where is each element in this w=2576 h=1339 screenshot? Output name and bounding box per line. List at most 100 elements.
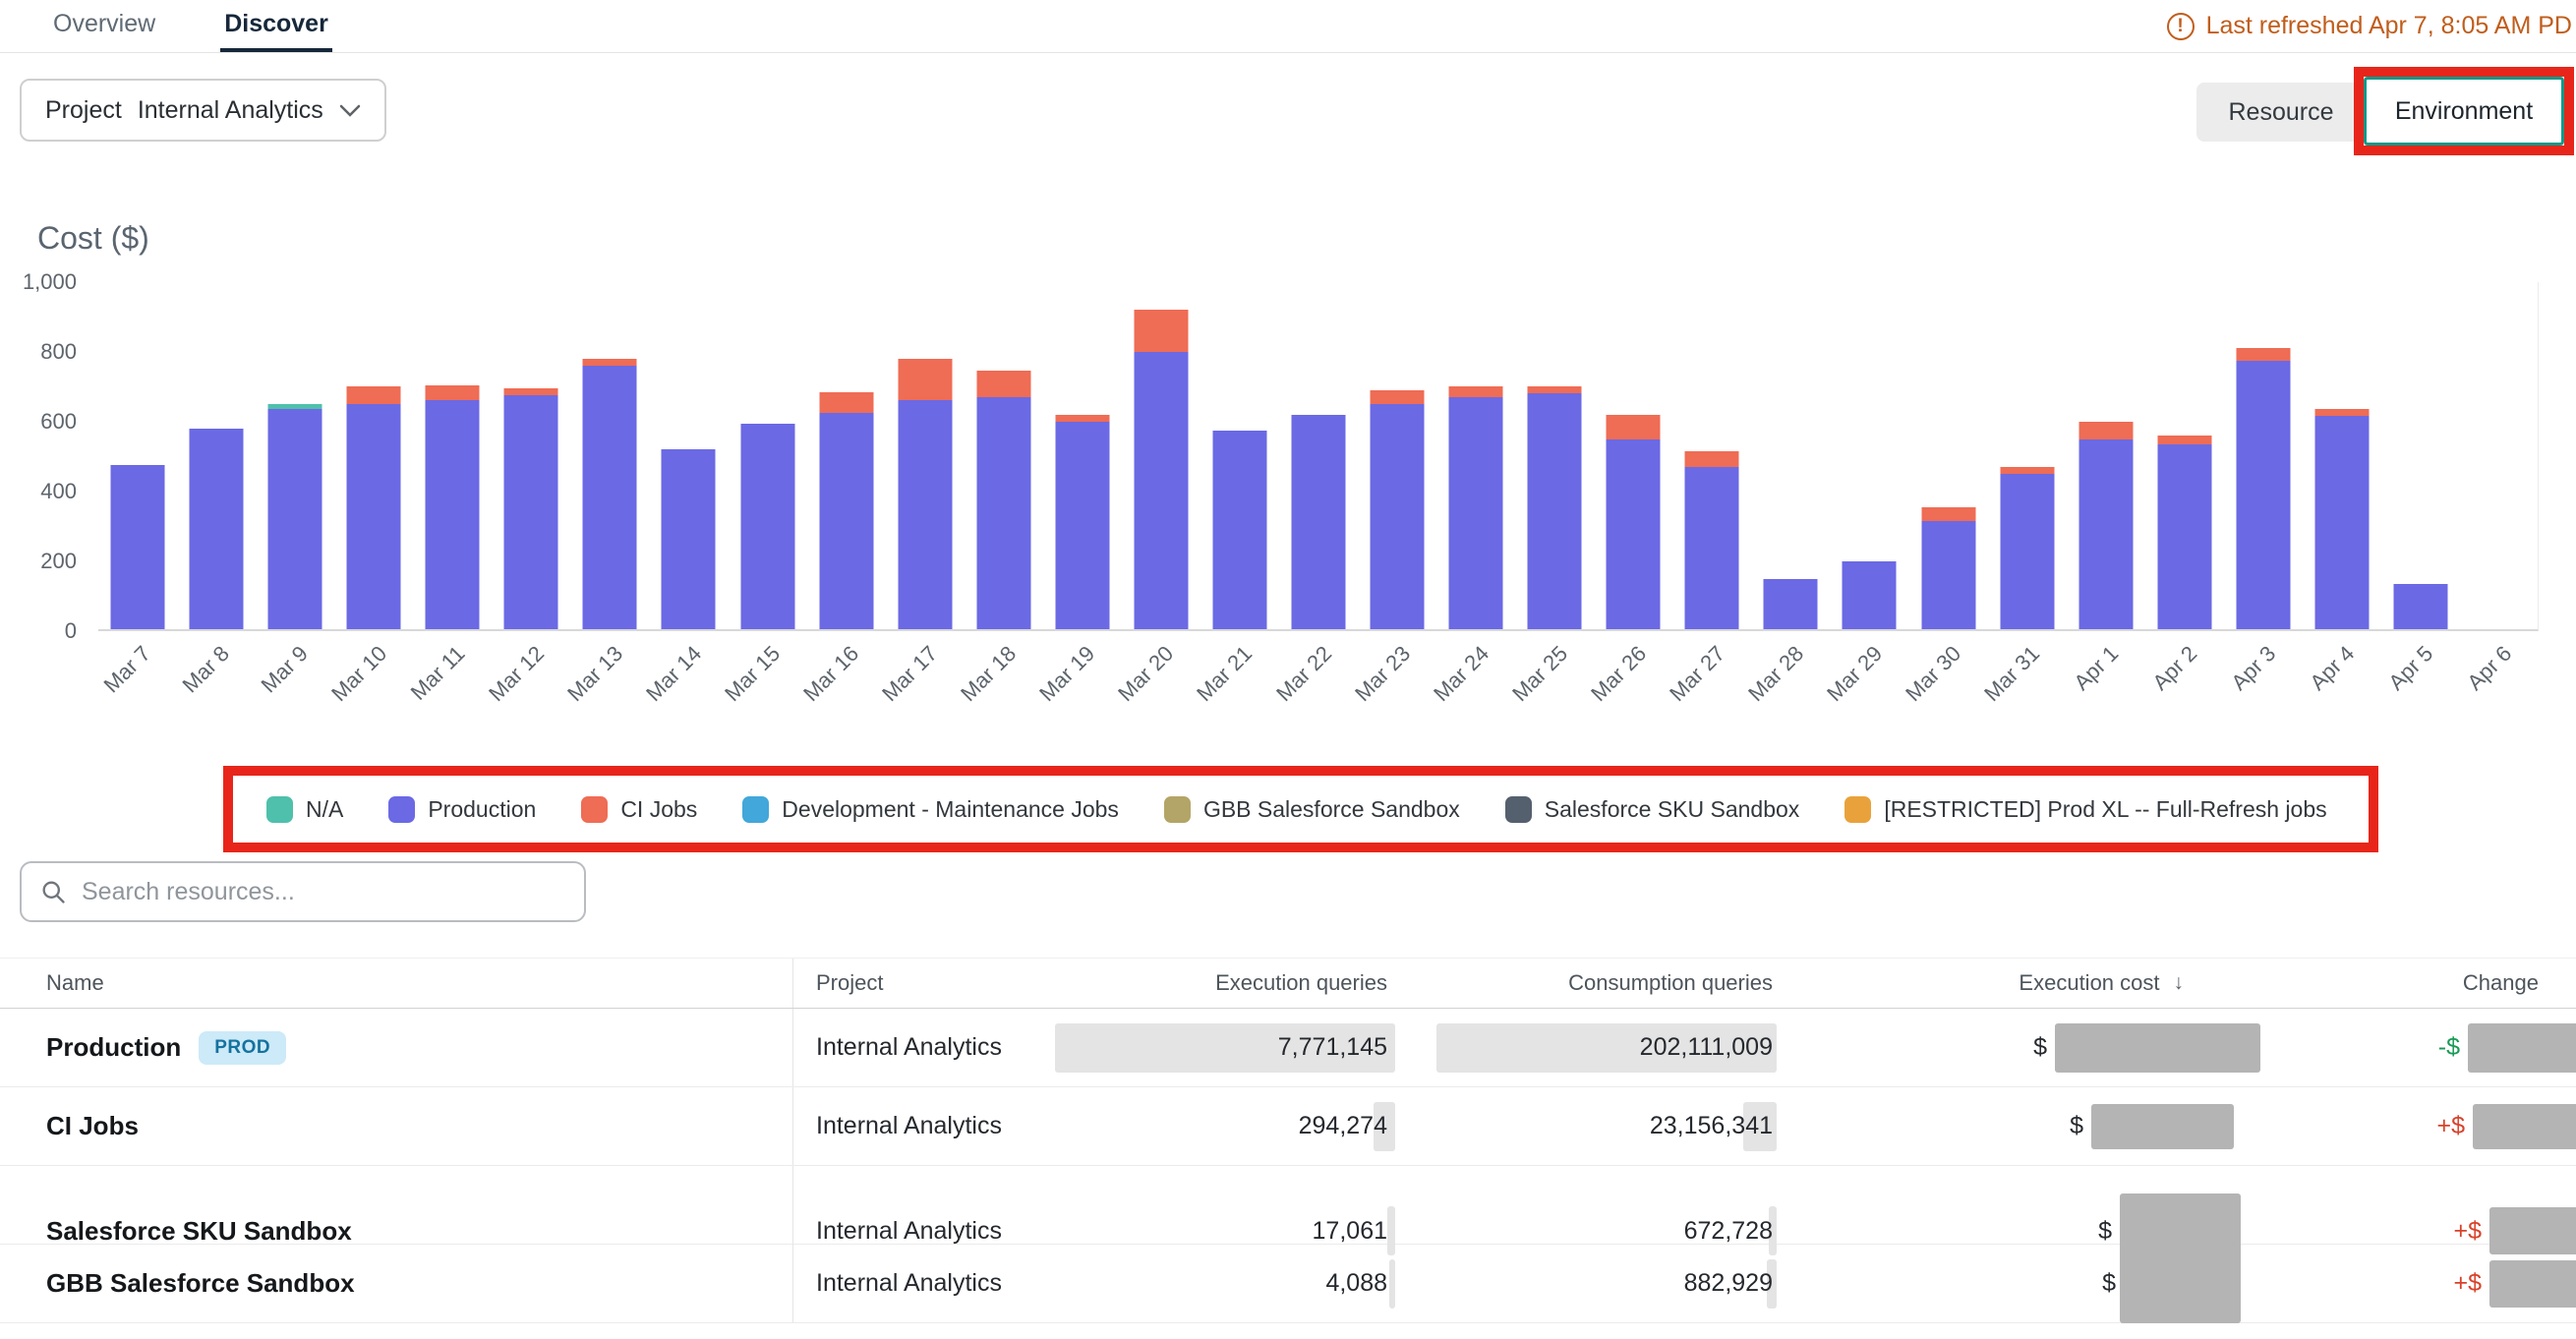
bar-group[interactable]: Mar 14 [649,282,728,629]
search-bar [20,861,586,922]
bar-group[interactable]: Mar 9 [256,282,334,629]
bar-stack [1685,451,1739,629]
bar-stack [1055,415,1109,629]
column-header-execution-cost[interactable]: Execution cost ↓ [1785,970,2195,996]
row-name-cell[interactable]: CI Jobs [0,1087,793,1165]
warning-icon: ! [2167,13,2195,40]
bar-group[interactable]: Mar 29 [1830,282,1908,629]
sort-desc-icon[interactable]: ↓ [2174,971,2185,995]
bar-segment-production [1921,521,1975,629]
bar-group[interactable]: Apr 4 [2303,282,2381,629]
row-consumption-queries-cell: 23,156,341 [1403,1087,1785,1165]
bar-stack [2078,422,2133,629]
x-axis-label: Apr 1 [2069,641,2124,696]
bar-group[interactable]: Mar 7 [98,282,177,629]
x-axis-label: Mar 31 [1979,641,2045,707]
consumption-queries-value: 23,156,341 [1650,1112,1773,1140]
bar-group[interactable]: Mar 8 [177,282,256,629]
resource-toggle-button[interactable]: Resource [2196,83,2366,142]
legend-item[interactable]: N/A [266,796,343,823]
legend-item[interactable]: Development - Maintenance Jobs [742,796,1119,823]
bar-segment-ci-jobs [898,359,952,401]
execution-queries-value: 294,274 [1299,1112,1387,1140]
bar-group[interactable]: Mar 13 [570,282,649,629]
bar-segment-ci-jobs [2314,409,2369,416]
row-name-cell[interactable]: ProductionPROD [0,1009,793,1086]
change-prefix: +$ [2453,1217,2482,1246]
bar-stack [2157,436,2211,629]
y-axis-tick-label: 0 [65,618,77,644]
bar-group[interactable]: Mar 10 [334,282,413,629]
tab-discover[interactable]: Discover [220,0,332,52]
bar-group[interactable]: Mar 22 [1279,282,1358,629]
resources-table: Name Project Execution queries Consumpti… [0,958,2576,1323]
top-tab-bar: Overview Discover ! Last refreshed Apr 7… [0,0,2576,53]
bar-group[interactable]: Mar 24 [1436,282,1515,629]
legend-item[interactable]: Salesforce SKU Sandbox [1505,796,1800,823]
bar-group[interactable]: Mar 11 [413,282,492,629]
table-row[interactable]: ProductionPRODInternal Analytics7,771,14… [0,1009,2576,1087]
column-header-change[interactable]: Change [2195,970,2576,996]
bar-group[interactable]: Mar 20 [1122,282,1200,629]
bar-group[interactable]: Mar 27 [1672,282,1751,629]
x-axis-label: Apr 2 [2148,641,2203,696]
bar-segment-ci-jobs [1685,451,1739,467]
legend-item[interactable]: CI Jobs [581,796,697,823]
column-header-project[interactable]: Project [793,970,1170,996]
bar-group[interactable]: Mar 19 [1043,282,1122,629]
change-prefix: +$ [2453,1269,2482,1298]
environment-toggle-button[interactable]: Environment [2364,77,2564,146]
project-dropdown[interactable]: Project Internal Analytics [20,79,386,142]
row-project-cell: Internal Analytics [793,1217,1170,1246]
bar-group[interactable]: Mar 30 [1908,282,1987,629]
bar-stack [1843,561,1897,629]
bar-segment-ci-jobs [2000,467,2054,474]
search-input[interactable] [82,878,566,906]
bar-segment-production [1371,404,1425,629]
column-header-execution-queries[interactable]: Execution queries [1170,959,1403,1008]
bar-segment-ci-jobs [1449,386,1503,397]
bar-group[interactable]: Mar 15 [729,282,807,629]
table-row[interactable]: CI JobsInternal Analytics294,27423,156,3… [0,1087,2576,1166]
x-axis-label: Mar 9 [256,641,313,698]
x-axis-label: Mar 16 [798,641,864,707]
bar-stack [1371,390,1425,629]
y-axis-tick-label: 600 [40,409,77,435]
execution-queries-value: 7,771,145 [1278,1033,1387,1062]
legend-swatch [742,796,769,823]
bar-group[interactable]: Mar 21 [1200,282,1279,629]
legend-label: Production [428,796,536,823]
bar-segment-production [819,413,873,629]
bar-group[interactable]: Mar 25 [1515,282,1594,629]
table-body: ProductionPROD Internal Analytics 7,771,14… [0,1009,2576,1323]
bar-group[interactable]: Apr 6 [2460,282,2539,629]
bar-group[interactable]: Mar 23 [1358,282,1436,629]
legend-item[interactable]: GBB Salesforce Sandbox [1164,796,1460,823]
bar-group[interactable]: Mar 12 [492,282,570,629]
chart-y-axis: 02004006008001,000 [0,282,87,631]
bar-group[interactable]: Apr 2 [2145,282,2224,629]
bar-group[interactable]: Mar 26 [1594,282,1672,629]
row-name-cell[interactable]: GBB Salesforce Sandbox [0,1245,793,1322]
tab-overview[interactable]: Overview [49,0,159,52]
column-header-consumption-queries[interactable]: Consumption queries [1403,959,1785,1008]
bar-group[interactable]: Mar 16 [807,282,886,629]
x-axis-label: Mar 27 [1665,641,1730,707]
legend-item[interactable]: Production [388,796,536,823]
bar-segment-ci-jobs [2078,422,2133,439]
x-axis-label: Apr 3 [2227,641,2282,696]
resource-name: GBB Salesforce Sandbox [46,1268,355,1299]
bar-group[interactable]: Apr 3 [2224,282,2303,629]
row-consumption-queries-cell: 202,111,009 [1403,1009,1785,1086]
bar-group[interactable]: Mar 17 [886,282,965,629]
legend-item[interactable]: [RESTRICTED] Prod XL -- Full-Refresh job… [1844,796,2326,823]
x-axis-label: Mar 19 [1034,641,1100,707]
bar-segment-production [1764,579,1818,629]
table-row[interactable]: Salesforce SKU SandboxInternal Analytics… [0,1166,2576,1245]
bar-group[interactable]: Mar 28 [1751,282,1830,629]
bar-group[interactable]: Mar 31 [1988,282,2067,629]
bar-group[interactable]: Mar 18 [965,282,1043,629]
column-header-name[interactable]: Name [0,959,793,1008]
bar-group[interactable]: Apr 1 [2067,282,2145,629]
bar-group[interactable]: Apr 5 [2381,282,2460,629]
